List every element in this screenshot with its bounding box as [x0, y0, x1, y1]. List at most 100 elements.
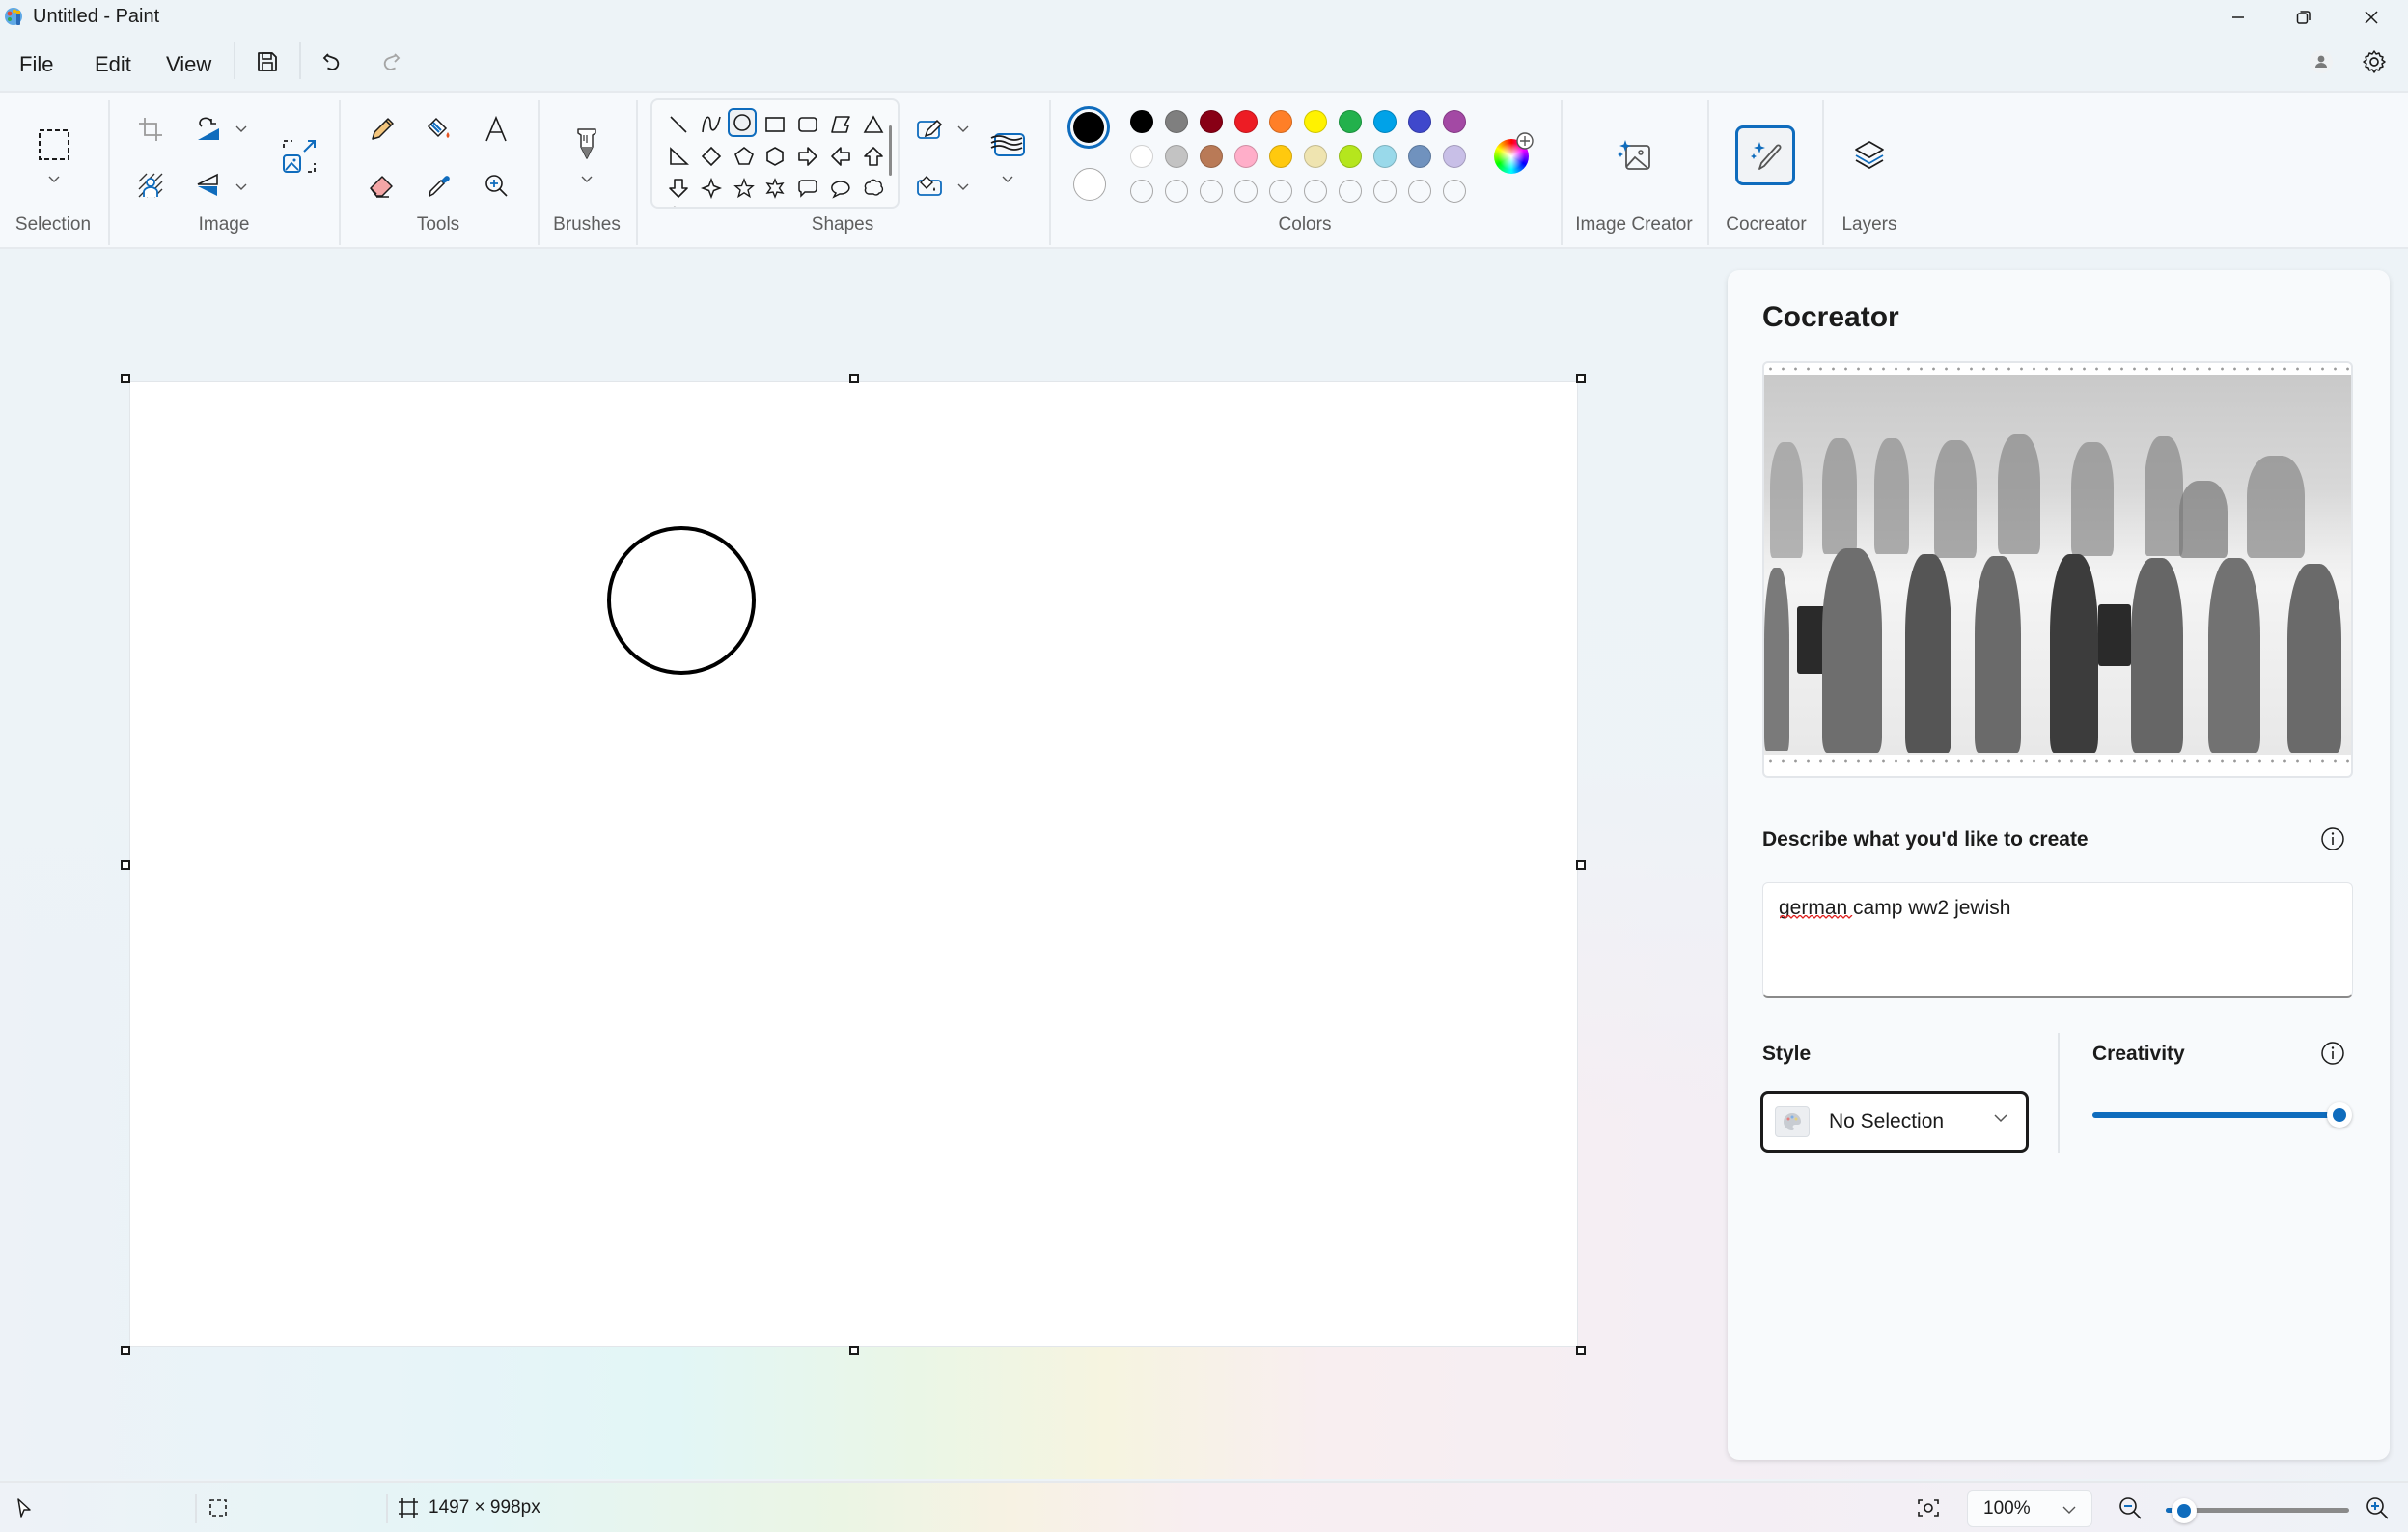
shape-hexagon[interactable] [761, 142, 789, 171]
resize-handle-top-left[interactable] [121, 374, 130, 383]
shape-cloud-callout[interactable] [859, 174, 888, 203]
color-swatch[interactable] [1234, 110, 1258, 133]
fit-to-window-button[interactable] [1917, 1492, 1940, 1523]
custom-color-slot[interactable] [1339, 180, 1362, 203]
layers-button[interactable] [1840, 125, 1899, 185]
menu-view[interactable]: View [160, 48, 217, 81]
pencil-tool[interactable] [359, 106, 405, 153]
shape-more-row[interactable] [664, 203, 693, 207]
resize-button[interactable] [276, 133, 322, 180]
color-swatch[interactable] [1269, 110, 1292, 133]
drawn-circle[interactable] [607, 526, 756, 675]
fill-style-dropdown[interactable] [954, 178, 973, 197]
selection-tool-button[interactable] [31, 122, 77, 168]
text-tool[interactable] [473, 106, 519, 153]
flip-dropdown[interactable] [232, 178, 251, 197]
edit-colors-button[interactable] [1494, 132, 1534, 174]
color-swatch[interactable] [1408, 145, 1431, 168]
color-swatch[interactable] [1408, 110, 1431, 133]
custom-color-slot[interactable] [1304, 180, 1327, 203]
creativity-slider-track[interactable] [2092, 1112, 2339, 1118]
shape-polygon[interactable] [826, 110, 855, 139]
minimize-button[interactable] [2205, 0, 2271, 35]
resize-handle-bottom-left[interactable] [121, 1346, 130, 1355]
account-button[interactable] [2302, 42, 2340, 81]
resize-handle-left[interactable] [121, 860, 130, 870]
menu-edit[interactable]: Edit [89, 48, 137, 81]
shape-right-triangle[interactable] [664, 142, 693, 171]
color-swatch[interactable] [1200, 110, 1223, 133]
cocreator-button[interactable] [1735, 125, 1795, 185]
remove-background-button[interactable] [127, 162, 174, 209]
resize-handle-bottom[interactable] [849, 1346, 859, 1355]
custom-color-slot[interactable] [1408, 180, 1431, 203]
brushes-button[interactable] [564, 122, 610, 168]
generated-image-preview[interactable] [1762, 361, 2353, 778]
zoom-in-button[interactable] [2365, 1492, 2390, 1523]
shape-five-point-star[interactable] [730, 174, 759, 203]
resize-handle-top-right[interactable] [1576, 374, 1586, 383]
color-swatch[interactable] [1165, 110, 1188, 133]
shape-down-arrow[interactable] [664, 174, 693, 203]
stroke-size-button[interactable] [984, 122, 1031, 168]
color-swatch[interactable] [1339, 145, 1362, 168]
close-button[interactable] [2339, 0, 2404, 35]
primary-color[interactable] [1067, 106, 1110, 149]
color-swatch[interactable] [1234, 145, 1258, 168]
creativity-slider-thumb[interactable] [2327, 1102, 2352, 1128]
shape-six-point-star[interactable] [761, 174, 789, 203]
color-swatch[interactable] [1130, 145, 1153, 168]
color-picker-tool[interactable] [416, 162, 462, 209]
outline-button[interactable] [907, 106, 954, 153]
custom-color-slot[interactable] [1165, 180, 1188, 203]
undo-button[interactable] [314, 42, 352, 81]
zoom-out-button[interactable] [2117, 1492, 2143, 1523]
color-swatch[interactable] [1373, 145, 1397, 168]
shape-four-point-star[interactable] [697, 174, 726, 203]
shape-curve[interactable] [697, 110, 726, 139]
zoom-slider-thumb[interactable] [2172, 1498, 2197, 1523]
custom-color-slot[interactable] [1234, 180, 1258, 203]
color-swatch[interactable] [1200, 145, 1223, 168]
redo-button[interactable] [371, 42, 409, 81]
resize-handle-right[interactable] [1576, 860, 1586, 870]
rotate-dropdown[interactable] [232, 120, 251, 139]
outline-dropdown[interactable] [954, 120, 973, 139]
restore-button[interactable] [2271, 0, 2337, 35]
custom-color-slot[interactable] [1373, 180, 1397, 203]
resize-handle-top[interactable] [849, 374, 859, 383]
settings-button[interactable] [2355, 42, 2394, 81]
custom-color-slot[interactable] [1130, 180, 1153, 203]
rotate-button[interactable] [185, 106, 232, 153]
resize-handle-bottom-right[interactable] [1576, 1346, 1586, 1355]
color-swatch[interactable] [1373, 110, 1397, 133]
color-swatch[interactable] [1443, 145, 1466, 168]
shape-diamond[interactable] [697, 142, 726, 171]
shape-up-arrow[interactable] [859, 142, 888, 171]
custom-color-slot[interactable] [1443, 180, 1466, 203]
shape-rounded-rectangle[interactable] [793, 110, 822, 139]
flip-button[interactable] [185, 162, 232, 209]
shape-right-arrow[interactable] [793, 142, 822, 171]
shape-left-arrow[interactable] [826, 142, 855, 171]
color-swatch[interactable] [1443, 110, 1466, 133]
shape-oval-callout[interactable] [826, 174, 855, 203]
custom-color-slot[interactable] [1269, 180, 1292, 203]
fill-style-button[interactable] [907, 162, 954, 209]
prompt-input[interactable] [1762, 882, 2353, 998]
secondary-color[interactable] [1073, 168, 1106, 201]
color-swatch[interactable] [1304, 110, 1327, 133]
shape-rectangle[interactable] [761, 110, 789, 139]
shape-triangle[interactable] [859, 110, 888, 139]
shape-oval[interactable] [728, 108, 757, 137]
drawing-canvas[interactable] [130, 382, 1577, 1346]
info-icon[interactable] [2320, 826, 2345, 851]
crop-button[interactable] [127, 106, 174, 153]
brushes-dropdown[interactable] [577, 170, 596, 189]
info-icon[interactable] [2320, 1041, 2345, 1066]
fill-tool[interactable] [416, 106, 462, 153]
menu-file[interactable]: File [14, 48, 59, 81]
shape-line[interactable] [664, 110, 693, 139]
magnifier-tool[interactable] [473, 162, 519, 209]
shape-rectangle-callout[interactable] [793, 174, 822, 203]
